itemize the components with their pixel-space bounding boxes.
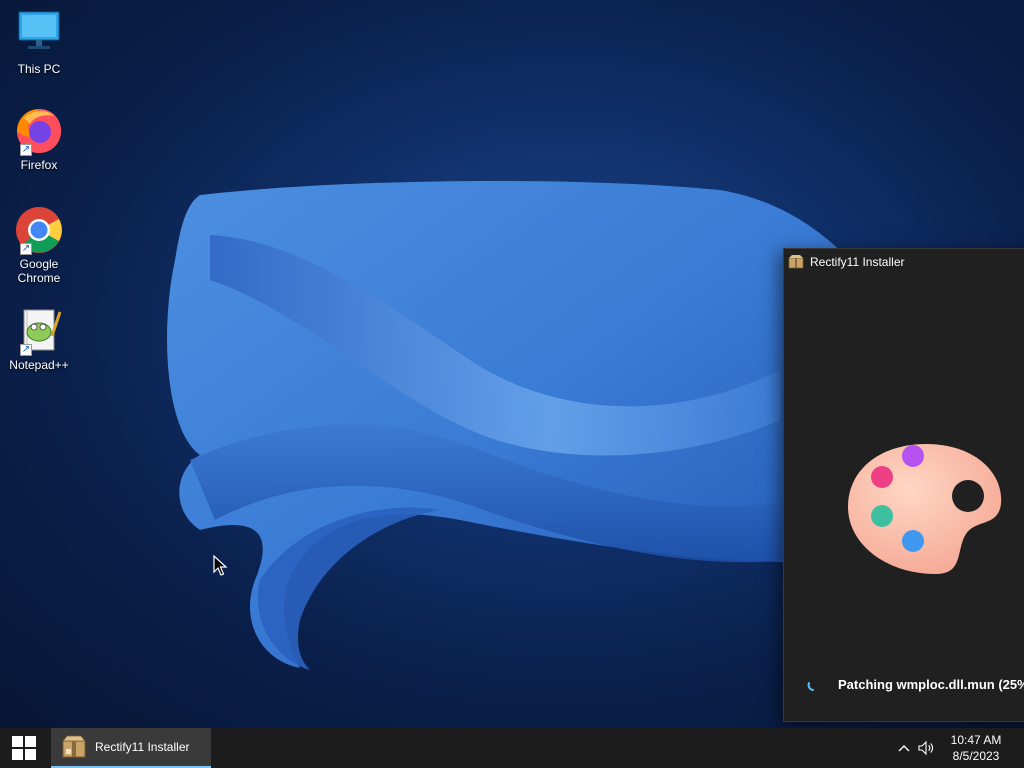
chevron-up-icon bbox=[898, 745, 910, 752]
shortcut-arrow-icon: ↗ bbox=[20, 344, 32, 356]
package-icon bbox=[62, 735, 86, 758]
taskbar-app-rectify11-installer[interactable]: Rectify11 Installer bbox=[51, 728, 211, 768]
taskbar: Rectify11 Installer 10:47 AM 8/5/2023 bbox=[0, 728, 1024, 768]
desktop-icon-label: Firefox bbox=[20, 158, 58, 172]
shortcut-arrow-icon: ↗ bbox=[20, 243, 32, 255]
package-icon bbox=[788, 255, 804, 269]
installer-window[interactable]: Rectify11 Installer Patching wmploc.dll.… bbox=[783, 248, 1024, 722]
firefox-icon: ↗ bbox=[14, 106, 64, 156]
shortcut-arrow-icon: ↗ bbox=[20, 144, 32, 156]
system-tray: 10:47 AM 8/5/2023 bbox=[893, 728, 1024, 768]
desktop: This PC ↗ Firefox ↗ Google Chrome ↗ Note… bbox=[0, 0, 1024, 728]
desktop-icon-label: This PC bbox=[17, 62, 61, 76]
desktop-icon-label: Notepad++ bbox=[9, 358, 69, 372]
desktop-icon-notepadpp[interactable]: ↗ Notepad++ bbox=[4, 306, 74, 372]
start-button[interactable] bbox=[0, 728, 48, 768]
taskbar-clock[interactable]: 10:47 AM 8/5/2023 bbox=[941, 732, 1011, 764]
volume-button[interactable] bbox=[915, 728, 937, 768]
window-titlebar[interactable]: Rectify11 Installer bbox=[784, 249, 1024, 275]
desktop-icon-firefox[interactable]: ↗ Firefox bbox=[4, 106, 74, 172]
desktop-icon-chrome[interactable]: ↗ Google Chrome bbox=[4, 205, 74, 285]
desktop-icon-this-pc[interactable]: This PC bbox=[4, 10, 74, 76]
mouse-cursor-icon bbox=[213, 555, 228, 576]
notepadpp-icon: ↗ bbox=[14, 306, 64, 356]
status-text: Patching wmploc.dll.mun (25%) bbox=[838, 677, 1024, 692]
clock-date: 8/5/2023 bbox=[952, 749, 1000, 763]
window-title: Rectify11 Installer bbox=[810, 255, 905, 269]
tray-overflow-button[interactable] bbox=[893, 728, 915, 768]
taskbar-app-label: Rectify11 Installer bbox=[95, 740, 190, 754]
status-row: Patching wmploc.dll.mun (25%) bbox=[806, 677, 1024, 692]
palette-icon bbox=[848, 444, 1002, 574]
computer-icon bbox=[14, 10, 64, 60]
speaker-icon bbox=[918, 741, 933, 755]
windows-logo-icon bbox=[12, 736, 36, 760]
desktop-icon-label: Google Chrome bbox=[17, 257, 61, 285]
spinner-icon bbox=[807, 681, 814, 691]
chrome-icon: ↗ bbox=[14, 205, 64, 255]
clock-time: 10:47 AM bbox=[950, 733, 1002, 747]
